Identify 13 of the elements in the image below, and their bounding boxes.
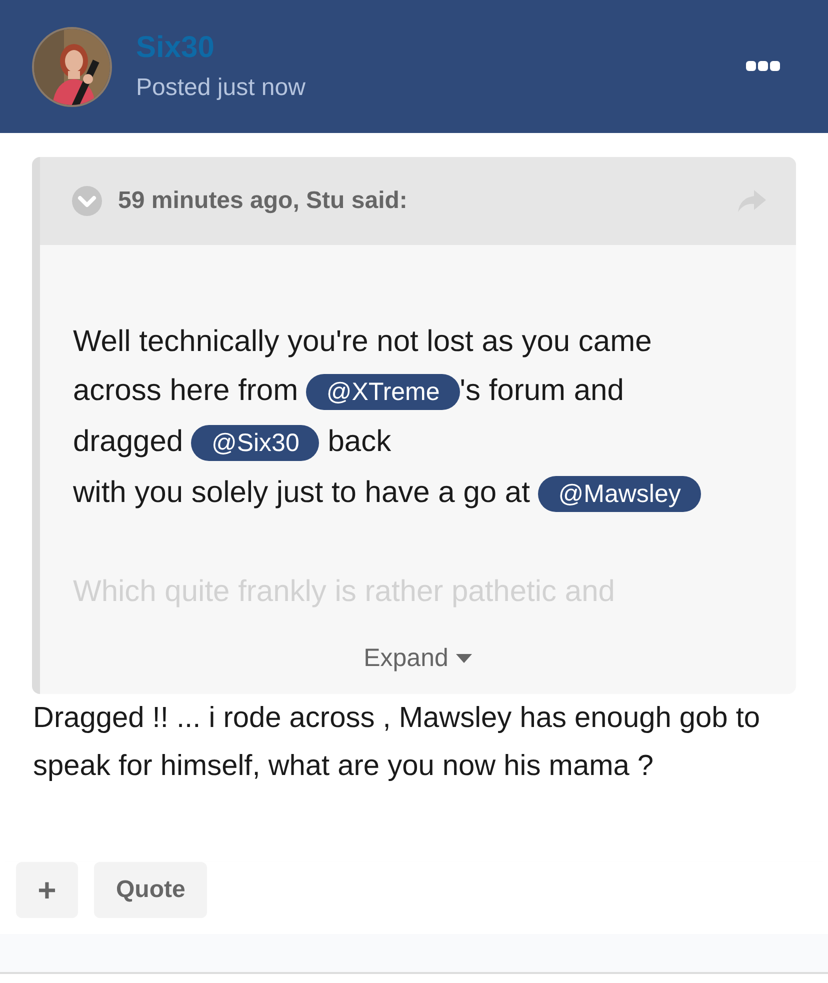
mention-link[interactable]: @Mawsley bbox=[538, 476, 701, 512]
quote-paragraph: with you solely just to have a go at @Mawsley bbox=[73, 468, 713, 519]
caret-icon bbox=[456, 654, 472, 664]
add-button[interactable]: + bbox=[16, 862, 78, 918]
post-time: Posted just now bbox=[136, 72, 306, 102]
quote-button[interactable]: Quote bbox=[94, 862, 208, 918]
mention-link[interactable]: @XTreme bbox=[306, 374, 460, 410]
more-icon bbox=[746, 60, 780, 72]
collapse-toggle[interactable] bbox=[72, 186, 102, 216]
expand-button[interactable]: Expand bbox=[364, 616, 472, 694]
quote-citation: 59 minutes ago, Stu said: bbox=[118, 186, 408, 216]
post-text: Dragged !! ... i rode across , Mawsley has enough gob to speak for himself, what are you now his mama ? bbox=[32, 700, 762, 784]
mention-link[interactable]: @Six30 bbox=[191, 425, 320, 461]
